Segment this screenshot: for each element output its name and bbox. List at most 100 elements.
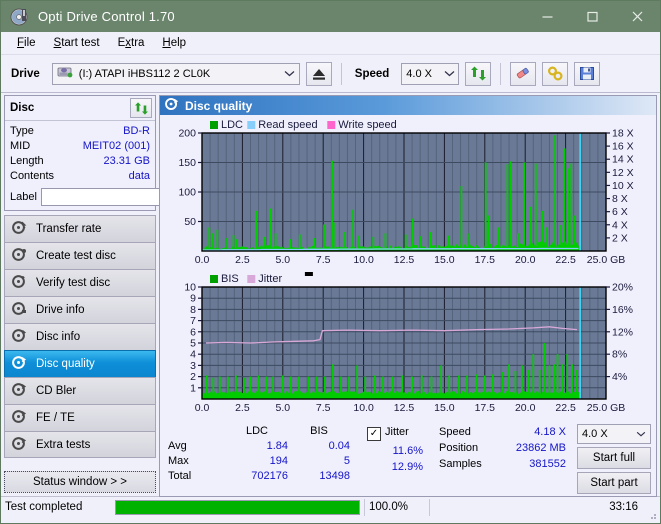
disc-panel-header: Disc xyxy=(5,96,155,121)
close-button[interactable] xyxy=(615,1,660,32)
speed-label: Speed xyxy=(354,67,390,80)
menu-file[interactable]: File xyxy=(9,35,44,51)
resize-grip[interactable] xyxy=(647,510,657,520)
svg-text:10.0: 10.0 xyxy=(353,254,374,266)
menu-help-rest: elp xyxy=(170,37,187,49)
disc-row-mid: MID MEIT02 (001) xyxy=(10,139,150,154)
main-panel: Disc quality LDC Read speed Write speed 50 1… xyxy=(159,93,660,497)
disc-row-type-key: Type xyxy=(10,125,34,137)
sidebar-item-label: Disc info xyxy=(36,331,81,343)
sidebar-item-create-test-disc[interactable]: Create test disc xyxy=(4,242,156,269)
svg-text:0.0: 0.0 xyxy=(195,254,210,266)
sidebar: Disc Type BD-R MID MEIT02 (001) Length 2… xyxy=(1,93,210,496)
jitter-header-row: ✓ Jitter xyxy=(366,425,424,442)
svg-text:4%: 4% xyxy=(612,371,627,383)
svg-text:22.5: 22.5 xyxy=(555,402,576,414)
disc-test-icon xyxy=(12,328,27,346)
svg-text:9: 9 xyxy=(190,293,196,305)
eject-button[interactable] xyxy=(305,61,332,86)
chevron-down-icon[interactable] xyxy=(440,69,458,79)
disc-row-mid-key: MID xyxy=(10,140,31,152)
svg-text:12.5: 12.5 xyxy=(394,402,415,414)
jitter-avg-row: 11.6% xyxy=(366,444,424,458)
measure-speed-row: Speed 4.18 X xyxy=(438,425,567,439)
svg-text:5: 5 xyxy=(190,338,196,350)
measure-samples-row: Samples 381552 xyxy=(438,457,567,471)
stats-row-total-key: Total xyxy=(168,469,192,482)
app-icon xyxy=(10,7,30,27)
svg-text:1: 1 xyxy=(190,382,196,394)
svg-text:10.0: 10.0 xyxy=(353,402,374,414)
sidebar-item-fe-te[interactable]: FE / TE xyxy=(4,404,156,431)
svg-text:8: 8 xyxy=(190,304,196,316)
disc-row-length-value: 23.31 GB xyxy=(103,155,150,167)
stats-area: LDC BIS Avg 1.84 0.04 Max 194 5 Total 70… xyxy=(160,420,656,496)
menu-bar: File Start test Extra Help xyxy=(1,32,660,55)
start-full-button[interactable]: Start full xyxy=(577,447,651,469)
menu-start-test[interactable]: Start test xyxy=(46,35,108,51)
stats-row-max-bis: 5 xyxy=(343,454,350,467)
svg-text:Jitter: Jitter xyxy=(258,273,282,285)
svg-text:15.0: 15.0 xyxy=(434,402,455,414)
menu-help[interactable]: Help xyxy=(154,35,194,51)
test-speed-value: 4.0 X xyxy=(582,428,608,440)
stats-header-bis: BIS xyxy=(310,424,328,437)
svg-text:LDC: LDC xyxy=(221,119,243,131)
disc-row-length: Length 23.31 GB xyxy=(10,154,150,169)
svg-text:BIS: BIS xyxy=(221,273,239,285)
sidebar-item-label: Extra tests xyxy=(36,438,91,451)
disc-test-icon xyxy=(12,220,27,238)
sidebar-item-extra-tests[interactable]: Extra tests xyxy=(4,431,156,458)
samples-stat-label: Samples xyxy=(439,458,482,470)
jitter-checkbox[interactable]: ✓ xyxy=(367,427,381,441)
jitter-max-row: 12.9% xyxy=(366,460,424,474)
drive-select[interactable]: (I:) ATAPI iHBS112 2 CL0K xyxy=(51,62,300,85)
svg-text:Read speed: Read speed xyxy=(258,119,317,131)
menu-extra[interactable]: Extra xyxy=(110,35,153,51)
sidebar-item-transfer-rate[interactable]: Transfer rate xyxy=(4,215,156,242)
disc-test-icon xyxy=(12,436,27,454)
samples-stat-value: 381552 xyxy=(529,458,566,470)
sidebar-item-disc-quality[interactable]: Disc quality xyxy=(4,350,156,377)
test-speed-select[interactable]: 4.0 X xyxy=(577,424,651,444)
progress-bar xyxy=(115,499,360,515)
chevron-down-icon[interactable] xyxy=(632,429,650,439)
svg-text:12%: 12% xyxy=(612,326,633,338)
window-title: Opti Drive Control 1.70 xyxy=(38,9,175,24)
stats-row-total-ldc: 702176 xyxy=(251,469,288,482)
disc-test-icon xyxy=(12,355,27,373)
sidebar-item-cd-bler[interactable]: CD Bler xyxy=(4,377,156,404)
sidebar-item-drive-info[interactable]: Drive info xyxy=(4,296,156,323)
svg-text:5.0: 5.0 xyxy=(275,402,290,414)
stats-table: LDC BIS Avg 1.84 0.04 Max 194 5 Total 70… xyxy=(168,423,350,496)
sidebar-item-label: Disc quality xyxy=(36,358,95,370)
minimize-button[interactable] xyxy=(525,1,570,32)
chevron-down-icon[interactable] xyxy=(281,69,299,79)
disc-refresh-button[interactable] xyxy=(130,98,152,118)
svg-text:2: 2 xyxy=(190,371,196,383)
sidebar-item-disc-info[interactable]: Disc info xyxy=(4,323,156,350)
sidebar-item-verify-test-disc[interactable]: Verify test disc xyxy=(4,269,156,296)
disc-row-mid-value: MEIT02 (001) xyxy=(82,140,150,152)
svg-text:16%: 16% xyxy=(612,304,633,316)
refresh-button[interactable] xyxy=(465,61,492,86)
speed-select[interactable]: 4.0 X xyxy=(401,62,460,85)
svg-text:18 X: 18 X xyxy=(612,128,634,140)
svg-text:16 X: 16 X xyxy=(612,141,634,153)
erase-button[interactable] xyxy=(510,61,537,86)
maximize-button[interactable] xyxy=(570,1,615,32)
start-part-button[interactable]: Start part xyxy=(577,472,651,494)
svg-text:25.0 GB: 25.0 GB xyxy=(587,402,626,414)
save-button[interactable] xyxy=(574,61,601,86)
svg-text:14 X: 14 X xyxy=(612,154,634,166)
status-bar: Test completed 100.0% 33:16 xyxy=(1,496,660,517)
disc-test-icon xyxy=(12,274,27,292)
tools-button[interactable] xyxy=(542,61,569,86)
disc-label-key: Label xyxy=(10,190,37,203)
toolbar: Drive (I:) ATAPI iHBS112 2 CL0K Speed 4.… xyxy=(1,55,660,93)
menu-help-accel: H xyxy=(162,37,171,49)
disc-test-icon xyxy=(12,247,27,265)
status-window-button[interactable]: Status window > > xyxy=(4,471,156,493)
svg-text:7.5: 7.5 xyxy=(316,402,331,414)
